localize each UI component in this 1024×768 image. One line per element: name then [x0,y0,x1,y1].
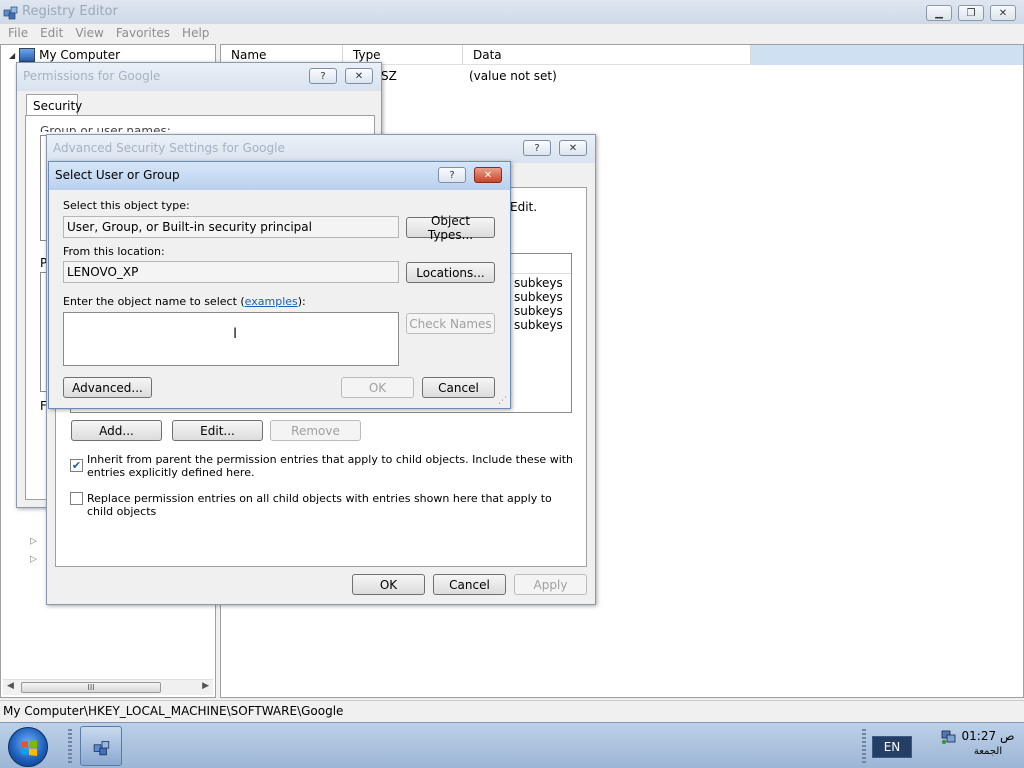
tab-security[interactable]: Security [26,94,82,116]
language-indicator[interactable]: EN [872,736,912,758]
tree-horizontal-scrollbar[interactable]: ◀ III ▶ [3,679,213,695]
apply-to-cell: subkeys [514,276,563,290]
value-data-cell: (value not set) [469,69,557,83]
dialog-title: Permissions for Google [23,69,161,83]
column-header-data[interactable]: Data [463,45,751,65]
column-header-filler [751,45,1023,65]
examples-link[interactable]: examples [245,295,298,308]
replace-checkbox-label: Replace permission entries on all child … [87,492,552,518]
help-icon: ? [449,169,455,181]
object-name-label-end: ): [297,295,306,308]
object-name-label-text: Enter the object name to select ( [63,295,245,308]
menu-bar: File Edit View Favorites Help [0,24,1024,44]
resize-grip-icon[interactable]: ⋰ [498,396,507,406]
close-icon: ✕ [483,169,493,181]
replace-checkbox[interactable] [70,492,83,505]
computer-icon [19,48,36,62]
close-icon: ✕ [354,70,364,82]
help-button[interactable]: ? [523,140,551,156]
clock-time: 01:27 ص [961,729,1015,743]
advanced-dialog-titlebar[interactable]: Advanced Security Settings for Google ? … [47,135,595,163]
locations-button[interactable]: Locations... [406,262,495,283]
system-clock[interactable]: 01:27 ص الجمعة [960,728,1016,760]
location-field: LENOVO_XP [63,261,399,283]
start-button[interactable] [8,727,48,767]
apply-to-cell: subkeys [514,290,563,304]
restore-icon: ❐ [966,7,976,19]
network-icon[interactable] [940,729,958,745]
permissions-dialog-titlebar[interactable]: Permissions for Google ? ✕ [17,63,381,91]
scroll-right-icon[interactable]: ▶ [202,681,209,691]
close-button[interactable]: ✕ [559,140,587,156]
minimize-button[interactable]: ▁ [926,5,952,21]
scroll-grip: III [87,683,95,692]
registry-editor-icon [3,6,18,20]
registry-editor-titlebar[interactable]: Registry Editor ▁ ❐ ✕ [0,0,1024,24]
windows-logo-icon [21,740,37,756]
value-type-cell: SZ [381,69,397,83]
menu-edit[interactable]: Edit [34,24,69,44]
select-dialog-body: Select this object type: User, Group, or… [49,190,510,408]
restore-button[interactable]: ❐ [958,5,984,21]
taskbar-item-registry-editor[interactable] [80,726,122,766]
check-names-button[interactable]: Check Names [406,313,495,334]
inherit-checkbox[interactable]: ✔ [70,459,83,472]
close-button[interactable]: ✕ [474,167,502,183]
ok-button[interactable]: OK [352,574,425,595]
taskbar-grip[interactable] [68,729,72,763]
status-bar: My Computer\HKEY_LOCAL_MACHINE\SOFTWARE\… [0,700,1024,722]
cancel-button[interactable]: Cancel [422,377,495,398]
menu-file[interactable]: File [2,24,34,44]
select-user-group-dialog: Select User or Group ? ✕ Select this obj… [48,161,511,409]
taskbar-grip[interactable] [862,729,866,763]
object-type-field: User, Group, or Built-in security princi… [63,216,399,238]
object-name-input[interactable] [63,312,399,366]
location-label: From this location: [63,245,165,258]
minimize-icon: ▁ [935,7,943,19]
edit-button[interactable]: Edit... [172,420,263,441]
clock-day: الجمعة [973,746,1003,757]
close-icon: ✕ [568,142,578,154]
help-button[interactable]: ? [438,167,466,183]
add-button[interactable]: Add... [71,420,162,441]
help-icon: ? [534,142,540,154]
menu-favorites[interactable]: Favorites [110,24,176,44]
help-button[interactable]: ? [309,68,337,84]
object-name-label: Enter the object name to select (example… [63,295,306,308]
dialog-title: Select User or Group [55,168,180,182]
advanced-button[interactable]: Advanced... [63,377,152,398]
window-title: Registry Editor [22,4,118,19]
menu-view[interactable]: View [69,24,109,44]
apply-to-cell: subkeys [514,318,563,332]
status-path: My Computer\HKEY_LOCAL_MACHINE\SOFTWARE\… [3,704,344,718]
close-button[interactable]: ✕ [345,68,373,84]
dialog-title: Advanced Security Settings for Google [53,141,285,155]
close-icon: ✕ [998,7,1008,19]
apply-button[interactable]: Apply [514,574,587,595]
ok-button[interactable]: OK [341,377,414,398]
edit-instruction-text: Edit. [510,200,538,214]
expand-arrow-icon[interactable]: ▷ [30,555,37,565]
object-types-button[interactable]: Object Types... [406,214,495,242]
menu-help[interactable]: Help [176,24,215,44]
cancel-button[interactable]: Cancel [433,574,506,595]
scroll-thumb[interactable]: III [21,682,161,693]
close-button[interactable]: ✕ [990,5,1016,21]
object-type-label: Select this object type: [63,199,190,212]
scroll-left-icon[interactable]: ◀ [7,681,14,691]
select-dialog-titlebar[interactable]: Select User or Group ? ✕ [49,162,510,190]
registry-editor-icon [93,740,110,756]
inherit-checkbox-label: Inherit from parent the permission entri… [87,453,574,479]
expand-arrow-icon[interactable]: ▷ [30,537,37,547]
help-icon: ? [320,70,326,82]
group-names-label: Group or user names: [40,124,171,132]
tree-item-label: My Computer [39,48,121,62]
collapse-arrow-icon[interactable]: ◢ [9,51,15,60]
tree-item-my-computer[interactable]: ◢ My Computer [9,48,120,62]
remove-button[interactable]: Remove [270,420,361,441]
taskbar: EN 01:27 ص الجمعة [0,722,1024,768]
apply-to-cell: subkeys [514,304,563,318]
